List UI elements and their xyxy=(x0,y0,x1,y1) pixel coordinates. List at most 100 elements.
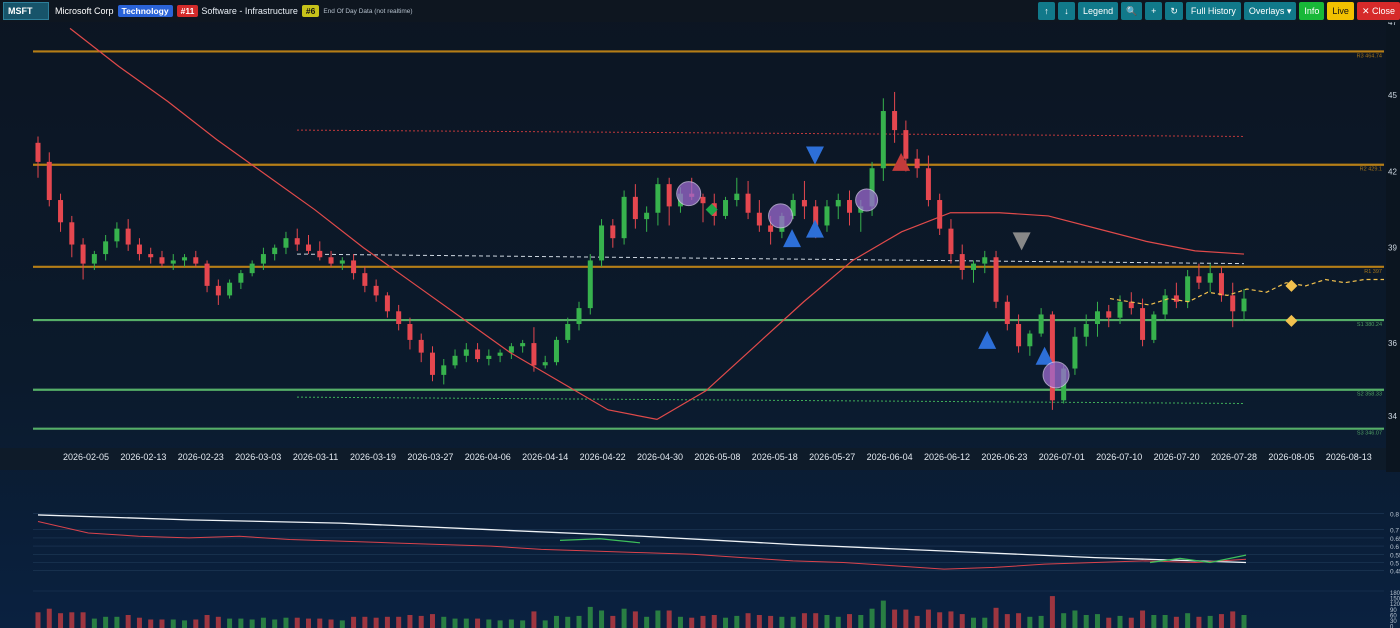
volume-bar xyxy=(1151,615,1157,628)
x-tick-label: 2026-06-12 xyxy=(924,452,970,462)
candle-body xyxy=(531,343,537,366)
volume-bar xyxy=(937,612,943,628)
sector-badge[interactable]: Technology xyxy=(117,5,173,17)
volume-bar xyxy=(677,616,683,628)
x-tick-label: 2026-03-11 xyxy=(293,452,338,462)
candle-body xyxy=(745,193,751,213)
volume-bar xyxy=(689,617,695,628)
ticker-input[interactable]: MSFT xyxy=(3,2,49,20)
full-history-button[interactable]: Full History xyxy=(1185,2,1241,20)
volume-bar xyxy=(1094,614,1100,628)
y-tick-label: 45 xyxy=(1388,91,1397,100)
volume-bar xyxy=(429,614,435,628)
volume-bar xyxy=(486,619,492,628)
level-label-s1: S1 380.24 xyxy=(1357,322,1382,328)
volume-bar xyxy=(114,616,120,628)
price-chart[interactable]: 47 45 42 39 36 34 R3 464.74 R2 429.1 R1 397 S1 38… xyxy=(0,22,1400,628)
volume-bar xyxy=(1128,617,1134,628)
x-tick-label: 2026-07-20 xyxy=(1154,452,1200,462)
buy-signal-triangle xyxy=(978,330,997,349)
down-arrow-button[interactable]: ↓ xyxy=(1058,2,1076,20)
candle-body xyxy=(959,254,965,270)
indicator-tick-label: 0.8 xyxy=(1390,511,1399,518)
x-tick-label: 2026-05-18 xyxy=(752,452,798,462)
overlays-dropdown[interactable]: Overlays ▾ xyxy=(1243,2,1297,20)
candle-body xyxy=(723,200,729,216)
x-tick-label: 2026-03-27 xyxy=(407,452,453,462)
volume-bar xyxy=(475,618,481,628)
info-button[interactable]: Info xyxy=(1299,2,1325,20)
candle-body xyxy=(452,355,458,366)
volume-bar xyxy=(1196,616,1202,628)
volume-bar xyxy=(1207,615,1213,628)
volume-bar xyxy=(1117,615,1123,628)
level-label-r1: R1 397 xyxy=(1364,269,1382,275)
volume-bar xyxy=(632,611,638,628)
x-tick-label: 2026-06-23 xyxy=(981,452,1027,462)
volume-bar xyxy=(711,615,717,628)
volume-bar xyxy=(824,615,830,628)
y-tick-label: 34 xyxy=(1388,412,1397,421)
volume-bar xyxy=(1140,610,1146,628)
zoom-icon[interactable]: 🔍 xyxy=(1121,2,1143,20)
toolbar: MSFT Microsoft Corp Technology #11 Softw… xyxy=(0,0,1400,22)
volume-bar xyxy=(441,616,447,628)
candle-body xyxy=(272,247,278,255)
volume-bar xyxy=(982,617,988,628)
candle-body xyxy=(1072,336,1078,369)
candle-body xyxy=(734,193,740,201)
candle-body xyxy=(914,158,920,169)
volume-bar xyxy=(80,612,86,628)
y-tick-label: 36 xyxy=(1388,339,1397,348)
signal-diamond xyxy=(1285,314,1298,327)
volume-bar xyxy=(880,600,886,628)
candle-body xyxy=(632,196,638,220)
x-tick-label: 2026-07-01 xyxy=(1039,452,1085,462)
candle-body xyxy=(1151,314,1157,340)
volume-bar xyxy=(745,613,751,628)
add-button[interactable]: + xyxy=(1145,2,1163,20)
x-tick-label: 2026-04-06 xyxy=(465,452,511,462)
close-button[interactable]: ✕ Close xyxy=(1356,2,1400,20)
up-arrow-button[interactable]: ↑ xyxy=(1038,2,1056,20)
y-tick-label: 39 xyxy=(1388,244,1397,253)
candle-body xyxy=(1004,301,1010,325)
volume-bar xyxy=(508,619,514,628)
legend-button[interactable]: Legend xyxy=(1078,2,1119,20)
candle-body xyxy=(520,343,526,347)
volume-bar xyxy=(621,608,627,628)
signal-diamond xyxy=(1285,279,1298,292)
candle-body xyxy=(35,142,41,162)
candle-body xyxy=(644,212,650,220)
candle-body xyxy=(937,200,943,229)
volume-bar xyxy=(463,618,469,628)
candle-body xyxy=(892,111,898,131)
lower-channel-line xyxy=(296,396,1245,404)
x-tick-label: 2026-04-30 xyxy=(637,452,683,462)
x-tick-label: 2026-02-13 xyxy=(120,452,166,462)
volume-bar xyxy=(700,615,706,628)
volume-bar xyxy=(1016,613,1022,628)
volume-bar xyxy=(339,620,345,628)
candle-body xyxy=(407,324,413,340)
candle-body xyxy=(215,285,221,296)
x-tick-label: 2026-06-04 xyxy=(867,452,913,462)
volume-bar xyxy=(35,612,41,628)
refresh-icon[interactable]: ↻ xyxy=(1165,2,1183,20)
candle-body xyxy=(925,168,931,201)
candle-body xyxy=(1173,295,1179,302)
volume-bar xyxy=(768,615,774,628)
volume-bar xyxy=(903,609,909,628)
candle-body xyxy=(1106,311,1112,318)
candle-body xyxy=(486,355,492,359)
volume-bar xyxy=(148,619,154,628)
live-button[interactable]: Live xyxy=(1327,2,1354,20)
candle-body xyxy=(1027,333,1033,347)
volume-bar xyxy=(655,610,661,628)
volume-bar xyxy=(204,615,210,628)
volume-bar xyxy=(520,620,526,628)
candle-body xyxy=(565,324,571,340)
indicator-tick-label: 0.45 xyxy=(1390,569,1400,576)
indicator-tick-label: 0.65 xyxy=(1390,536,1400,543)
volume-bar xyxy=(69,612,75,628)
